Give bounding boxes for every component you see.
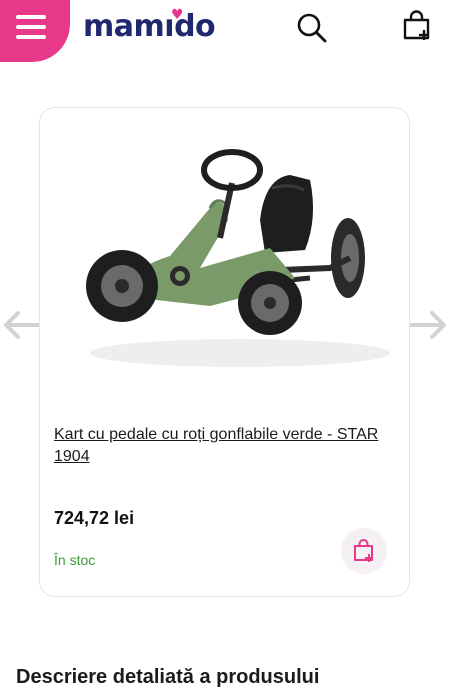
cart-plus-icon	[354, 539, 373, 562]
add-to-cart-button[interactable]	[341, 528, 387, 574]
logo-prefix: mam	[83, 9, 165, 44]
go-kart-image[interactable]	[60, 128, 390, 388]
cart-plus-icon[interactable]	[400, 9, 434, 43]
heart-icon: ♥	[171, 7, 184, 23]
menu-icon	[16, 15, 46, 45]
product-card: Kart cu pedale cu roți gonflabile verde …	[39, 107, 410, 597]
section-title: Descriere detaliată a produsului	[16, 666, 320, 688]
logo[interactable]: mamıdo ♥	[83, 7, 216, 44]
stock-status: În stoc	[54, 552, 96, 568]
product-price: 724,72 lei	[54, 508, 135, 528]
search-icon[interactable]	[296, 12, 328, 44]
header: mamıdo ♥	[0, 0, 449, 62]
menu-button[interactable]	[0, 0, 70, 62]
arrow-right-icon[interactable]	[408, 309, 448, 341]
arrow-left-icon[interactable]	[2, 309, 42, 341]
product-title-link[interactable]: Kart cu pedale cu roți gonflabile verde …	[54, 424, 396, 468]
